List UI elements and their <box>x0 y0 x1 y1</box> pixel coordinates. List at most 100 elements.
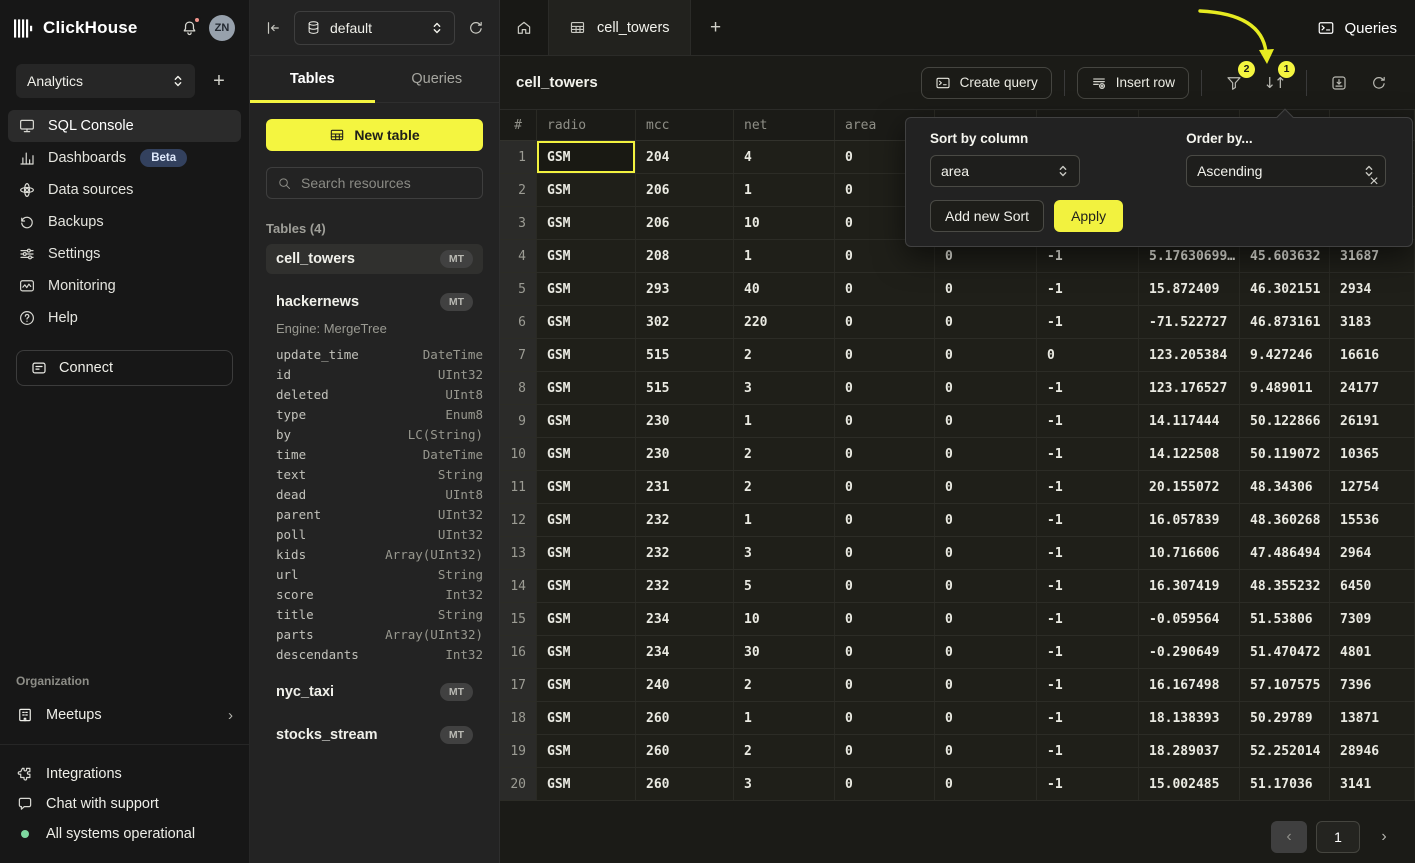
workspace-selector[interactable]: Analytics <box>16 64 195 98</box>
column-header[interactable]: radio <box>537 110 636 140</box>
table-cell[interactable]: 18.289037 <box>1139 735 1240 767</box>
table-cell[interactable]: 0 <box>835 504 935 536</box>
previous-page-button[interactable]: ‹ <box>1271 821 1307 853</box>
table-cell[interactable]: 50.29789 <box>1240 702 1330 734</box>
table-cell[interactable]: -1 <box>1037 405 1139 437</box>
column-header[interactable]: mcc <box>636 110 734 140</box>
table-cell[interactable]: GSM <box>537 438 636 470</box>
table-cell[interactable]: GSM <box>537 240 636 272</box>
notifications-bell-icon[interactable] <box>180 19 199 38</box>
home-tab[interactable] <box>500 0 548 55</box>
table-cell[interactable]: 0 <box>935 702 1037 734</box>
sidebar-item-meetups[interactable]: Meetups › <box>0 698 249 732</box>
table-cell[interactable]: 48.360268 <box>1240 504 1330 536</box>
table-cell[interactable]: 10 <box>734 207 835 239</box>
table-cell[interactable]: 0 <box>935 273 1037 305</box>
table-cell[interactable]: 0 <box>935 504 1037 536</box>
table-cell[interactable]: 10365 <box>1330 438 1415 470</box>
table-cell[interactable]: 46.873161 <box>1240 306 1330 338</box>
table-cell[interactable]: 0 <box>935 471 1037 503</box>
table-cell[interactable]: GSM <box>537 141 636 173</box>
row-number[interactable]: 18 <box>500 702 537 734</box>
table-cell[interactable]: 14.117444 <box>1139 405 1240 437</box>
table-cell[interactable]: 0 <box>935 405 1037 437</box>
add-new-sort-button[interactable]: Add new Sort <box>930 200 1044 232</box>
table-cell[interactable]: 0 <box>835 735 935 767</box>
table-cell[interactable]: 2 <box>734 471 835 503</box>
table-cell[interactable]: 260 <box>636 735 734 767</box>
sidebar-item-monitoring[interactable]: Monitoring <box>8 270 241 302</box>
table-cell[interactable]: 0 <box>935 603 1037 635</box>
table-cell[interactable]: 2934 <box>1330 273 1415 305</box>
table-cell[interactable]: 0 <box>835 471 935 503</box>
row-number[interactable]: 3 <box>500 207 537 239</box>
row-number[interactable]: 11 <box>500 471 537 503</box>
row-number[interactable]: 2 <box>500 174 537 206</box>
table-cell[interactable]: -0.290649 <box>1139 636 1240 668</box>
tab-tables[interactable]: Tables <box>250 56 375 102</box>
create-query-button[interactable]: Create query <box>921 67 1052 99</box>
table-cell[interactable]: 16.057839 <box>1139 504 1240 536</box>
table-item-nyc-taxi[interactable]: nyc_taxi MT <box>266 677 483 707</box>
collapse-panel-icon[interactable] <box>264 19 282 37</box>
table-cell[interactable]: 28946 <box>1330 735 1415 767</box>
table-cell[interactable]: 0 <box>835 570 935 602</box>
table-cell[interactable]: GSM <box>537 669 636 701</box>
row-number[interactable]: 12 <box>500 504 537 536</box>
table-cell[interactable]: 234 <box>636 636 734 668</box>
row-number[interactable]: 16 <box>500 636 537 668</box>
table-cell[interactable]: 51.53806 <box>1240 603 1330 635</box>
table-cell[interactable]: 123.205384 <box>1139 339 1240 371</box>
table-cell[interactable]: 2 <box>734 438 835 470</box>
sidebar-item-dashboards[interactable]: Dashboards Beta <box>8 142 241 174</box>
sidebar-item-chat-support[interactable]: Chat with support <box>0 789 249 819</box>
row-number[interactable]: 19 <box>500 735 537 767</box>
table-cell[interactable]: 20.155072 <box>1139 471 1240 503</box>
table-cell[interactable]: 0 <box>835 438 935 470</box>
table-cell[interactable]: 0 <box>835 339 935 371</box>
table-cell[interactable]: -1 <box>1037 504 1139 536</box>
table-cell[interactable]: 15.872409 <box>1139 273 1240 305</box>
table-cell[interactable]: 50.119072 <box>1240 438 1330 470</box>
insert-row-button[interactable]: Insert row <box>1077 67 1189 99</box>
table-cell[interactable]: GSM <box>537 207 636 239</box>
table-item-cell-towers[interactable]: cell_towers MT <box>266 244 483 274</box>
table-cell[interactable]: 0 <box>935 306 1037 338</box>
new-tab-button[interactable]: + <box>691 0 741 55</box>
table-cell[interactable]: 0 <box>835 768 935 800</box>
table-cell[interactable]: GSM <box>537 735 636 767</box>
row-number[interactable]: 4 <box>500 240 537 272</box>
table-cell[interactable]: 13871 <box>1330 702 1415 734</box>
table-cell[interactable]: 231 <box>636 471 734 503</box>
table-cell[interactable]: 206 <box>636 174 734 206</box>
table-cell[interactable]: 204 <box>636 141 734 173</box>
table-cell[interactable]: 293 <box>636 273 734 305</box>
download-button[interactable] <box>1323 67 1355 99</box>
table-cell[interactable]: 0 <box>835 603 935 635</box>
row-number[interactable]: 15 <box>500 603 537 635</box>
sidebar-item-data-sources[interactable]: Data sources <box>8 174 241 206</box>
table-cell[interactable]: -1 <box>1037 603 1139 635</box>
table-cell[interactable]: GSM <box>537 768 636 800</box>
table-cell[interactable]: GSM <box>537 603 636 635</box>
table-cell[interactable]: GSM <box>537 174 636 206</box>
table-cell[interactable]: 123.176527 <box>1139 372 1240 404</box>
table-cell[interactable]: 0 <box>835 537 935 569</box>
row-number[interactable]: 10 <box>500 438 537 470</box>
table-cell[interactable]: GSM <box>537 405 636 437</box>
table-cell[interactable]: 232 <box>636 570 734 602</box>
table-cell[interactable]: 0 <box>935 339 1037 371</box>
table-cell[interactable]: 15.002485 <box>1139 768 1240 800</box>
sidebar-item-sql-console[interactable]: SQL Console <box>8 110 241 142</box>
table-cell[interactable]: 3 <box>734 372 835 404</box>
apply-sort-button[interactable]: Apply <box>1054 200 1123 232</box>
table-cell[interactable]: 9.489011 <box>1240 372 1330 404</box>
row-number[interactable]: 5 <box>500 273 537 305</box>
table-cell[interactable]: 9.427246 <box>1240 339 1330 371</box>
row-number[interactable]: 20 <box>500 768 537 800</box>
table-cell[interactable]: 15536 <box>1330 504 1415 536</box>
table-cell[interactable]: 48.355232 <box>1240 570 1330 602</box>
search-input[interactable]: Search resources <box>266 167 483 199</box>
table-cell[interactable]: GSM <box>537 702 636 734</box>
table-cell[interactable]: -1 <box>1037 636 1139 668</box>
